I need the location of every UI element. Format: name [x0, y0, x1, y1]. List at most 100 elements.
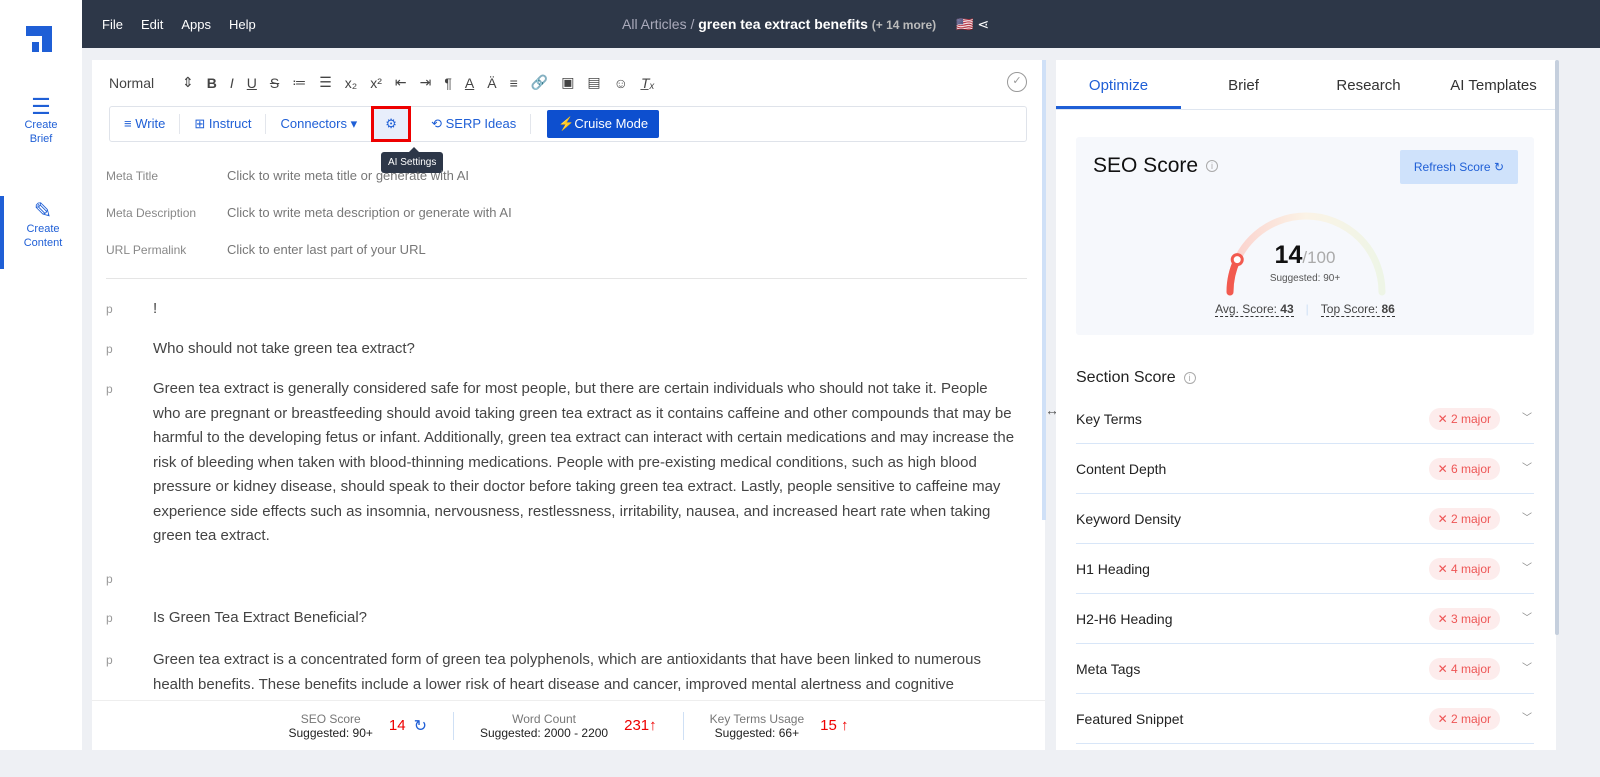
us-flag-icon[interactable]: 🇺🇸 [956, 16, 973, 32]
avg-score[interactable]: Avg. Score: 43 [1215, 302, 1294, 317]
section-row[interactable]: Content Depth ✕ 6 major ﹀ [1076, 444, 1534, 494]
top-score[interactable]: Top Score: 86 [1320, 302, 1395, 317]
connectors-dropdown[interactable]: Connectors ▾ [266, 114, 371, 134]
refresh-icon[interactable]: ↻ [414, 716, 427, 736]
meta-title-field[interactable]: Meta Title Click to write meta title or g… [106, 168, 469, 183]
chevron-down-icon[interactable]: ﹀ [1522, 544, 1532, 594]
breadcrumb-root[interactable]: All Articles [622, 16, 687, 32]
chevron-down-icon[interactable]: ﹀ [1522, 644, 1532, 694]
paragraph-text[interactable]: Green tea extract is generally considere… [153, 377, 1016, 549]
meta-placeholder[interactable]: Click to enter last part of your URL [227, 242, 426, 257]
section-name: Keyword Density [1076, 511, 1182, 527]
section-row[interactable]: Featured Snippet ✕ 2 major ﹀ [1076, 694, 1534, 744]
subscript-icon[interactable]: x₂ [345, 75, 357, 91]
menu-edit[interactable]: Edit [141, 17, 163, 32]
score-max: /100 [1302, 248, 1336, 267]
write-button[interactable]: ≡ Write [110, 114, 181, 134]
seo-score-card: SEO Score i Refresh Score ↻ 14/100 Sugges… [1076, 137, 1534, 335]
chevron-down-icon[interactable]: ﹀ [1522, 594, 1532, 644]
section-row[interactable]: Keyword Density ✕ 2 major ﹀ [1076, 494, 1534, 544]
style-select[interactable]: Normal [109, 75, 169, 91]
app-logo[interactable] [26, 26, 52, 52]
cruise-mode-button[interactable]: ⚡Cruise Mode [547, 110, 660, 138]
paragraph-text[interactable]: Who should not take green tea extract? [153, 337, 1016, 362]
sidebar-item-label: Create Brief [24, 119, 58, 145]
stat-value: 15 ↑ [820, 717, 849, 734]
ai-settings-button[interactable]: ⚙ [371, 106, 412, 142]
ordered-list-icon[interactable]: ≔ [292, 74, 306, 91]
paragraph-text[interactable]: Green tea extract is a concentrated form… [153, 648, 1016, 697]
share-icon[interactable]: ⋖ [977, 16, 989, 32]
refresh-score-button[interactable]: Refresh Score ↻ [1399, 150, 1518, 184]
score-suggested: Suggested: 90+ [1269, 273, 1341, 284]
serp-ideas-label: SERP Ideas [445, 116, 517, 131]
paragraph[interactable]: p! [106, 297, 1016, 322]
section-row[interactable]: H2-H6 Heading ✕ 3 major ﹀ [1076, 594, 1534, 644]
meta-placeholder[interactable]: Click to write meta title or generate wi… [227, 168, 469, 183]
instruct-button[interactable]: ⊞ Instruct [180, 114, 267, 134]
section-name: H1 Heading [1076, 561, 1150, 577]
video-icon[interactable]: ▤ [587, 74, 600, 91]
tab-optimize[interactable]: Optimize [1056, 60, 1181, 109]
sidebar-item-create-brief[interactable]: ☰ Create Brief [0, 96, 82, 146]
chevron-down-icon[interactable]: ﹀ [1522, 394, 1532, 444]
section-row[interactable]: Key Terms ✕ 2 major ﹀ [1076, 394, 1534, 444]
indent-icon[interactable]: ⇥ [420, 74, 432, 91]
select-arrows-icon[interactable]: ⇕ [182, 74, 194, 91]
section-row[interactable]: H1 Heading ✕ 4 major ﹀ [1076, 544, 1534, 594]
paragraph[interactable]: p Who should not take green tea extract? [106, 337, 1016, 362]
tab-ai-templates[interactable]: AI Templates [1431, 60, 1556, 109]
url-permalink-field[interactable]: URL Permalink Click to enter last part of… [106, 242, 426, 257]
meta-placeholder[interactable]: Click to write meta description or gener… [227, 205, 512, 220]
meta-description-field[interactable]: Meta Description Click to write meta desc… [106, 205, 512, 220]
panel-resize-handle[interactable] [1042, 60, 1046, 520]
serp-ideas-button[interactable]: ⟲ SERP Ideas [417, 114, 532, 134]
tab-brief[interactable]: Brief [1181, 60, 1306, 109]
seo-score-title: SEO Score [1093, 154, 1199, 177]
paragraph-text[interactable]: ! [153, 297, 1016, 322]
sidebar-item-create-content[interactable]: ✎ Create Content [0, 196, 82, 269]
link-icon[interactable]: 🔗 [531, 74, 548, 91]
menu-file[interactable]: File [102, 17, 123, 32]
text-direction-icon[interactable]: ¶ [444, 75, 452, 91]
paragraph-text[interactable]: Is Green Tea Extract Beneficial? [153, 606, 1016, 631]
image-icon[interactable]: ▣ [561, 74, 574, 91]
section-name: Key Terms [1076, 411, 1142, 427]
info-icon[interactable]: i [1206, 160, 1219, 173]
menu-help[interactable]: Help [229, 17, 256, 32]
paragraph[interactable]: p Green tea extract is a concentrated for… [106, 648, 1016, 697]
paragraph[interactable]: p Is Green Tea Extract Beneficial? [106, 606, 1016, 631]
underline-icon[interactable]: U [247, 75, 257, 91]
issue-badge: ✕ 4 major [1428, 558, 1500, 580]
check-circle-icon[interactable]: ✓ [1007, 72, 1027, 92]
block-tag: p [106, 611, 113, 625]
info-icon[interactable]: i [1183, 371, 1196, 384]
paragraph[interactable]: p Green tea extract is generally consider… [106, 377, 1016, 549]
outdent-icon[interactable]: ⇤ [395, 74, 407, 91]
chevron-down-icon[interactable]: ﹀ [1522, 694, 1532, 744]
breadcrumb-separator: / [690, 16, 695, 32]
breadcrumb: All Articles / green tea extract benefit… [622, 16, 989, 33]
section-row[interactable]: Meta Tags ✕ 4 major ﹀ [1076, 644, 1534, 694]
stats-footer: SEO Score Suggested: 90+ 14 ↻ Word Count Sug… [92, 700, 1045, 750]
issue-badge: ✕ 3 major [1428, 608, 1500, 630]
stat-label: Word Count [512, 711, 576, 726]
emoji-icon[interactable]: ☺ [614, 75, 628, 91]
tab-research[interactable]: Research [1306, 60, 1431, 109]
x-icon: ✕ [1437, 512, 1448, 526]
bullet-list-icon[interactable]: ☰ [319, 74, 332, 91]
more-keywords[interactable]: (+ 14 more) [872, 18, 936, 32]
italic-icon[interactable]: I [230, 75, 234, 91]
font-color-icon[interactable]: A [465, 75, 474, 91]
chevron-down-icon[interactable]: ﹀ [1522, 494, 1532, 544]
menu-apps[interactable]: Apps [181, 17, 211, 32]
align-icon[interactable]: ≡ [510, 75, 518, 91]
bold-icon[interactable]: B [207, 75, 217, 91]
block-tag: p [106, 302, 113, 316]
highlight-icon[interactable]: Ä [487, 75, 496, 91]
clear-format-icon[interactable]: T̲ₓ [641, 75, 655, 91]
superscript-icon[interactable]: x² [370, 75, 382, 91]
strike-icon[interactable]: S [270, 75, 279, 91]
chevron-down-icon[interactable]: ﹀ [1522, 444, 1532, 494]
panel-scrollbar[interactable] [1555, 60, 1559, 635]
